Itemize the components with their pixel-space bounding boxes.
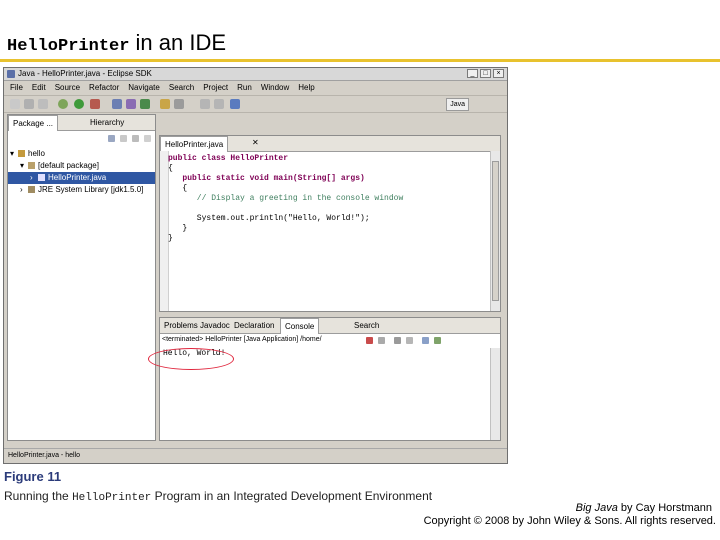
copyright-notice: Copyright © 2008 by John Wiley & Sons. A…	[423, 515, 716, 527]
remove-launch-icon[interactable]	[378, 337, 385, 344]
minimize-view-icon[interactable]	[144, 135, 151, 142]
debug-icon[interactable]	[58, 99, 68, 109]
console-scrollbar[interactable]	[490, 348, 500, 440]
console-tabs: Problems Javadoc Declaration Console Sea…	[160, 318, 500, 334]
window-title: Java - HelloPrinter.java - Eclipse SDK	[18, 69, 152, 78]
code-line-8: }	[168, 224, 188, 233]
expand-arrow-icon: ▾	[20, 161, 25, 170]
menu-refactor[interactable]: Refactor	[89, 83, 119, 93]
slide-title-code: HelloPrinter	[7, 37, 130, 56]
new-java-project-icon[interactable]	[112, 99, 122, 109]
main-toolbar: Java	[4, 95, 507, 113]
code-line-9: }	[168, 234, 173, 243]
tab-javadoc[interactable]: Javadoc	[196, 318, 234, 333]
console-status: <terminated> HelloPrinter [Java Applicat…	[162, 336, 322, 343]
maximize-button[interactable]: □	[480, 69, 491, 78]
search-icon[interactable]	[174, 99, 184, 109]
code-line-3: public static void main(String[] args)	[168, 174, 365, 183]
figure-caption: Running the HelloPrinter Program in an I…	[4, 489, 433, 504]
terminate-icon[interactable]	[366, 337, 373, 344]
title-divider	[0, 59, 720, 62]
java-perspective-button[interactable]: Java	[446, 98, 469, 111]
new-class-icon[interactable]	[140, 99, 150, 109]
editor-scrollbar[interactable]	[490, 151, 500, 311]
window-titlebar: Java - HelloPrinter.java - Eclipse SDK _…	[4, 68, 507, 81]
new-package-icon[interactable]	[126, 99, 136, 109]
tree-row-package[interactable]: ▾ [default package]	[20, 160, 99, 172]
back-icon[interactable]	[200, 99, 210, 109]
menu-project[interactable]: Project	[203, 83, 228, 93]
output-highlight-oval	[148, 348, 234, 370]
code-line-4: {	[168, 184, 188, 193]
book-title: Big Java	[575, 502, 618, 514]
collapse-arrow-icon: ›	[30, 173, 33, 182]
library-icon	[28, 186, 35, 194]
minimize-button[interactable]: _	[467, 69, 478, 78]
menu-window[interactable]: Window	[261, 83, 289, 93]
pin-console-icon[interactable]	[422, 337, 429, 344]
menu-source[interactable]: Source	[55, 83, 80, 93]
code-editor[interactable]: HelloPrinter.java ✕ public class HelloPr…	[159, 135, 501, 312]
expand-arrow-icon: ▾	[10, 149, 15, 158]
tree-row-file[interactable]: › HelloPrinter.java	[8, 172, 155, 184]
external-tools-icon[interactable]	[90, 99, 100, 109]
tree-row-project[interactable]: ▾ hello	[10, 148, 45, 160]
close-button[interactable]: ×	[493, 69, 504, 78]
java-file-icon	[38, 174, 45, 182]
forward-icon[interactable]	[214, 99, 224, 109]
scroll-lock-icon[interactable]	[406, 337, 413, 344]
annotation-icon[interactable]	[230, 99, 240, 109]
tab-package-explorer[interactable]: Package ...	[8, 115, 59, 131]
menu-run[interactable]: Run	[237, 83, 252, 93]
status-bar: HelloPrinter.java - hello	[4, 448, 507, 463]
collapse-all-icon[interactable]	[108, 135, 115, 142]
package-explorer-tabs: Package ... Hierarchy	[8, 115, 155, 131]
tab-helloprinter-java[interactable]: HelloPrinter.java	[160, 136, 229, 152]
open-type-icon[interactable]	[160, 99, 170, 109]
figure-label: Figure 11	[4, 469, 62, 484]
console-view: Problems Javadoc Declaration Console Sea…	[159, 317, 501, 441]
run-icon[interactable]	[74, 99, 84, 109]
slide-title-text: in an IDE	[129, 30, 227, 55]
menu-navigate[interactable]: Navigate	[128, 83, 160, 93]
new-icon[interactable]	[10, 99, 20, 109]
tab-search[interactable]: Search	[350, 318, 383, 333]
book-credit: Big Java by Cay Horstmann	[575, 502, 712, 514]
close-tab-icon[interactable]: ✕	[252, 138, 259, 147]
tab-console[interactable]: Console	[280, 318, 320, 334]
view-menu-icon[interactable]	[132, 135, 139, 142]
link-editor-icon[interactable]	[120, 135, 127, 142]
eclipse-window: Java - HelloPrinter.java - Eclipse SDK _…	[3, 67, 508, 464]
tab-declaration[interactable]: Declaration	[230, 318, 278, 333]
print-icon[interactable]	[38, 99, 48, 109]
menu-bar: File Edit Source Refactor Navigate Searc…	[4, 81, 507, 94]
code-line-2: {	[168, 164, 173, 173]
code-line-5: // Display a greeting in the console win…	[168, 194, 404, 203]
menu-file[interactable]: File	[10, 83, 23, 93]
tab-hierarchy[interactable]: Hierarchy	[86, 115, 128, 130]
menu-search[interactable]: Search	[169, 83, 194, 93]
project-folder-icon	[18, 150, 25, 158]
code-line-1: public class HelloPrinter	[168, 154, 289, 163]
code-line-7: System.out.println("Hello, World!");	[168, 214, 370, 223]
tree-row-library[interactable]: › JRE System Library [jdk1.5.0]	[20, 184, 143, 196]
menu-edit[interactable]: Edit	[32, 83, 46, 93]
package-explorer: Package ... Hierarchy ▾ hello ▾ [default p…	[7, 114, 156, 441]
slide-title: HelloPrinter in an IDE	[7, 30, 226, 60]
editor-scroll-thumb[interactable]	[492, 161, 499, 301]
editor-tabs: HelloPrinter.java ✕	[160, 136, 500, 152]
menu-help[interactable]: Help	[298, 83, 314, 93]
eclipse-app-icon	[7, 70, 15, 78]
clear-console-icon[interactable]	[394, 337, 401, 344]
collapse-arrow-icon: ›	[20, 185, 23, 194]
package-icon	[28, 162, 35, 170]
save-icon[interactable]	[24, 99, 34, 109]
open-console-icon[interactable]	[434, 337, 441, 344]
